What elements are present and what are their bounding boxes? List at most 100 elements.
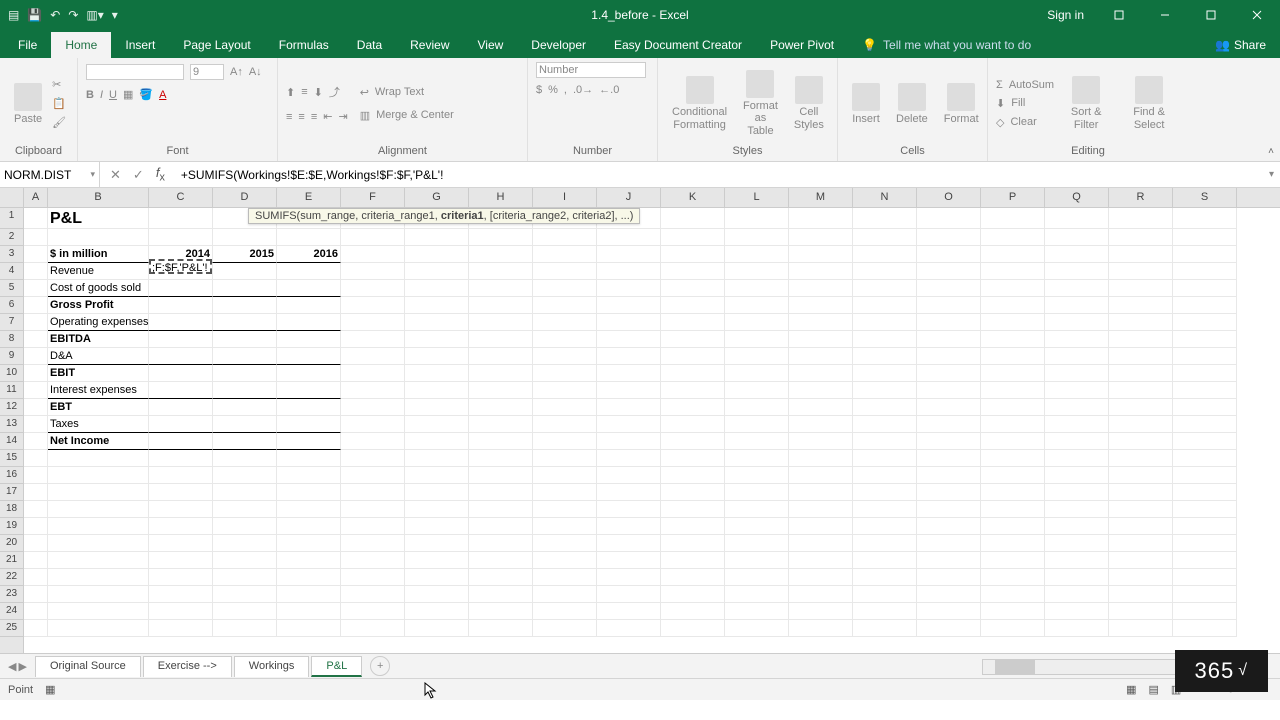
cell-B17[interactable] (48, 484, 149, 501)
cell-P20[interactable] (981, 535, 1045, 552)
cell-L11[interactable] (725, 382, 789, 399)
cell-G18[interactable] (405, 501, 469, 518)
cell-P14[interactable] (981, 433, 1045, 450)
cell-S20[interactable] (1173, 535, 1237, 552)
cell-K11[interactable] (661, 382, 725, 399)
cell-O25[interactable] (917, 620, 981, 637)
cell-D7[interactable] (213, 314, 277, 331)
cell-S1[interactable] (1173, 208, 1237, 229)
cell-E18[interactable] (277, 501, 341, 518)
cell-N23[interactable] (853, 586, 917, 603)
cell-K24[interactable] (661, 603, 725, 620)
cell-H19[interactable] (469, 518, 533, 535)
cell-H20[interactable] (469, 535, 533, 552)
cell-O20[interactable] (917, 535, 981, 552)
row-header-25[interactable]: 25 (0, 620, 23, 637)
cell-C25[interactable] (149, 620, 213, 637)
cell-A16[interactable] (24, 467, 48, 484)
sheet-nav-prev-icon[interactable]: ◀ (8, 660, 16, 673)
cell-F3[interactable] (341, 246, 405, 263)
cell-D5[interactable] (213, 280, 277, 297)
cell-L10[interactable] (725, 365, 789, 382)
cell-I7[interactable] (533, 314, 597, 331)
cell-K25[interactable] (661, 620, 725, 637)
cell-J3[interactable] (597, 246, 661, 263)
cell-C18[interactable] (149, 501, 213, 518)
cell-K10[interactable] (661, 365, 725, 382)
tab-power-pivot[interactable]: Power Pivot (756, 32, 848, 58)
cell-R23[interactable] (1109, 586, 1173, 603)
select-all-corner[interactable] (0, 188, 24, 208)
sheet-tab-workings[interactable]: Workings (234, 656, 310, 677)
tab-data[interactable]: Data (343, 32, 396, 58)
cell-J2[interactable] (597, 229, 661, 246)
sheet-tab-p-l[interactable]: P&L (311, 656, 362, 677)
cell-I10[interactable] (533, 365, 597, 382)
cell-H17[interactable] (469, 484, 533, 501)
cell-E22[interactable] (277, 569, 341, 586)
cell-O19[interactable] (917, 518, 981, 535)
cell-F2[interactable] (341, 229, 405, 246)
cell-E15[interactable] (277, 450, 341, 467)
cell-S24[interactable] (1173, 603, 1237, 620)
cell-H4[interactable] (469, 263, 533, 280)
cell-K15[interactable] (661, 450, 725, 467)
align-center-icon[interactable]: ≡ (298, 111, 304, 123)
cell-N24[interactable] (853, 603, 917, 620)
col-header-G[interactable]: G (405, 188, 469, 207)
cell-H25[interactable] (469, 620, 533, 637)
cell-C22[interactable] (149, 569, 213, 586)
cell-E11[interactable] (277, 382, 341, 399)
cell-R24[interactable] (1109, 603, 1173, 620)
cell-J22[interactable] (597, 569, 661, 586)
cell-N12[interactable] (853, 399, 917, 416)
cell-N8[interactable] (853, 331, 917, 348)
cell-O1[interactable] (917, 208, 981, 229)
cell-L19[interactable] (725, 518, 789, 535)
cell-K4[interactable] (661, 263, 725, 280)
cell-N4[interactable] (853, 263, 917, 280)
align-middle-icon[interactable]: ≡ (301, 86, 307, 98)
cell-S13[interactable] (1173, 416, 1237, 433)
cell-I25[interactable] (533, 620, 597, 637)
cell-D21[interactable] (213, 552, 277, 569)
cell-B8[interactable]: EBITDA (48, 331, 149, 348)
cell-R21[interactable] (1109, 552, 1173, 569)
cell-Q20[interactable] (1045, 535, 1109, 552)
cell-H18[interactable] (469, 501, 533, 518)
cell-C10[interactable] (149, 365, 213, 382)
cell-P16[interactable] (981, 467, 1045, 484)
cell-R11[interactable] (1109, 382, 1173, 399)
wrap-text-button[interactable]: ↩Wrap Text (360, 86, 454, 99)
cell-H12[interactable] (469, 399, 533, 416)
row-header-11[interactable]: 11 (0, 382, 23, 399)
cell-E25[interactable] (277, 620, 341, 637)
cell-M20[interactable] (789, 535, 853, 552)
cell-C24[interactable] (149, 603, 213, 620)
cell-S18[interactable] (1173, 501, 1237, 518)
cell-B1[interactable]: P&L (48, 208, 149, 229)
cell-H14[interactable] (469, 433, 533, 450)
cell-I3[interactable] (533, 246, 597, 263)
cell-Q8[interactable] (1045, 331, 1109, 348)
paste-button[interactable]: Paste (8, 81, 48, 127)
cell-D10[interactable] (213, 365, 277, 382)
cell-E8[interactable] (277, 331, 341, 348)
col-header-B[interactable]: B (48, 188, 149, 207)
cell-S6[interactable] (1173, 297, 1237, 314)
cell-S16[interactable] (1173, 467, 1237, 484)
col-header-F[interactable]: F (341, 188, 405, 207)
row-header-7[interactable]: 7 (0, 314, 23, 331)
cell-N14[interactable] (853, 433, 917, 450)
cell-A5[interactable] (24, 280, 48, 297)
cell-H9[interactable] (469, 348, 533, 365)
cell-I21[interactable] (533, 552, 597, 569)
row-header-5[interactable]: 5 (0, 280, 23, 297)
add-sheet-button[interactable]: + (370, 656, 390, 676)
row-header-1[interactable]: 1 (0, 208, 23, 229)
cell-P25[interactable] (981, 620, 1045, 637)
cell-M8[interactable] (789, 331, 853, 348)
cell-R13[interactable] (1109, 416, 1173, 433)
cell-F9[interactable] (341, 348, 405, 365)
align-left-icon[interactable]: ≡ (286, 111, 292, 123)
